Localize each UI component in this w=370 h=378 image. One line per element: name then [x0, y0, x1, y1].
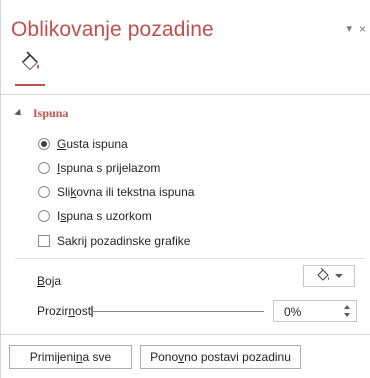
divider — [15, 258, 365, 259]
radio-gradient-fill[interactable]: Ispuna s prijelazom — [38, 161, 160, 175]
paint-bucket-icon — [316, 267, 330, 285]
radio-button[interactable] — [38, 162, 50, 174]
option-label: Sakrij pozadinske grafike — [57, 234, 191, 248]
close-pane-button[interactable]: × — [359, 22, 366, 36]
checkbox[interactable] — [38, 235, 50, 247]
spin-up-icon[interactable] — [344, 305, 350, 309]
divider — [1, 334, 370, 335]
hide-background-graphics-checkbox[interactable]: Sakrij pozadinske grafike — [38, 234, 190, 248]
transparency-value[interactable]: 0% — [284, 305, 301, 319]
collapse-arrow-icon — [14, 108, 24, 119]
format-background-pane: Oblikovanje pozadine ▾ × Ispuna Gusta is… — [0, 0, 370, 378]
radio-button[interactable] — [38, 138, 50, 150]
color-label: Boja — [37, 274, 62, 288]
apply-to-all-button[interactable]: Primijeni na sve — [9, 345, 132, 369]
radio-pattern-fill[interactable]: Ispuna s uzorkom — [38, 209, 152, 223]
radio-picture-texture-fill[interactable]: Slikovna ili tekstna ispuna — [38, 185, 194, 199]
transparency-spinner[interactable]: 0% — [273, 300, 357, 322]
option-label: Gusta ispuna — [57, 137, 128, 151]
option-label: Slikovna ili tekstna ispuna — [57, 185, 195, 199]
fill-bucket-icon[interactable] — [19, 51, 41, 73]
transparency-slider-track[interactable] — [92, 311, 264, 312]
radio-solid-fill[interactable]: Gusta ispuna — [38, 137, 128, 151]
option-label: Ispuna s prijelazom — [57, 161, 161, 175]
chevron-down-icon — [334, 274, 343, 278]
fill-section-label: Ispuna — [33, 106, 69, 120]
transparency-slider-thumb[interactable] — [91, 306, 93, 317]
active-tab-indicator — [15, 84, 45, 86]
option-label: Ispuna s uzorkom — [57, 209, 152, 223]
color-picker-button[interactable] — [303, 265, 355, 287]
reset-background-button[interactable]: Pono v no postavi pozadinu — [140, 345, 301, 369]
pane-options-dropdown[interactable]: ▾ — [346, 22, 352, 35]
transparency-label: Prozirnost — [37, 304, 92, 318]
fill-section-header[interactable]: Ispuna — [14, 106, 69, 121]
pane-title: Oblikovanje pozadine — [11, 18, 214, 41]
divider — [1, 94, 370, 95]
radio-button[interactable] — [38, 210, 50, 222]
radio-button[interactable] — [38, 186, 50, 198]
spin-down-icon[interactable] — [344, 313, 350, 317]
